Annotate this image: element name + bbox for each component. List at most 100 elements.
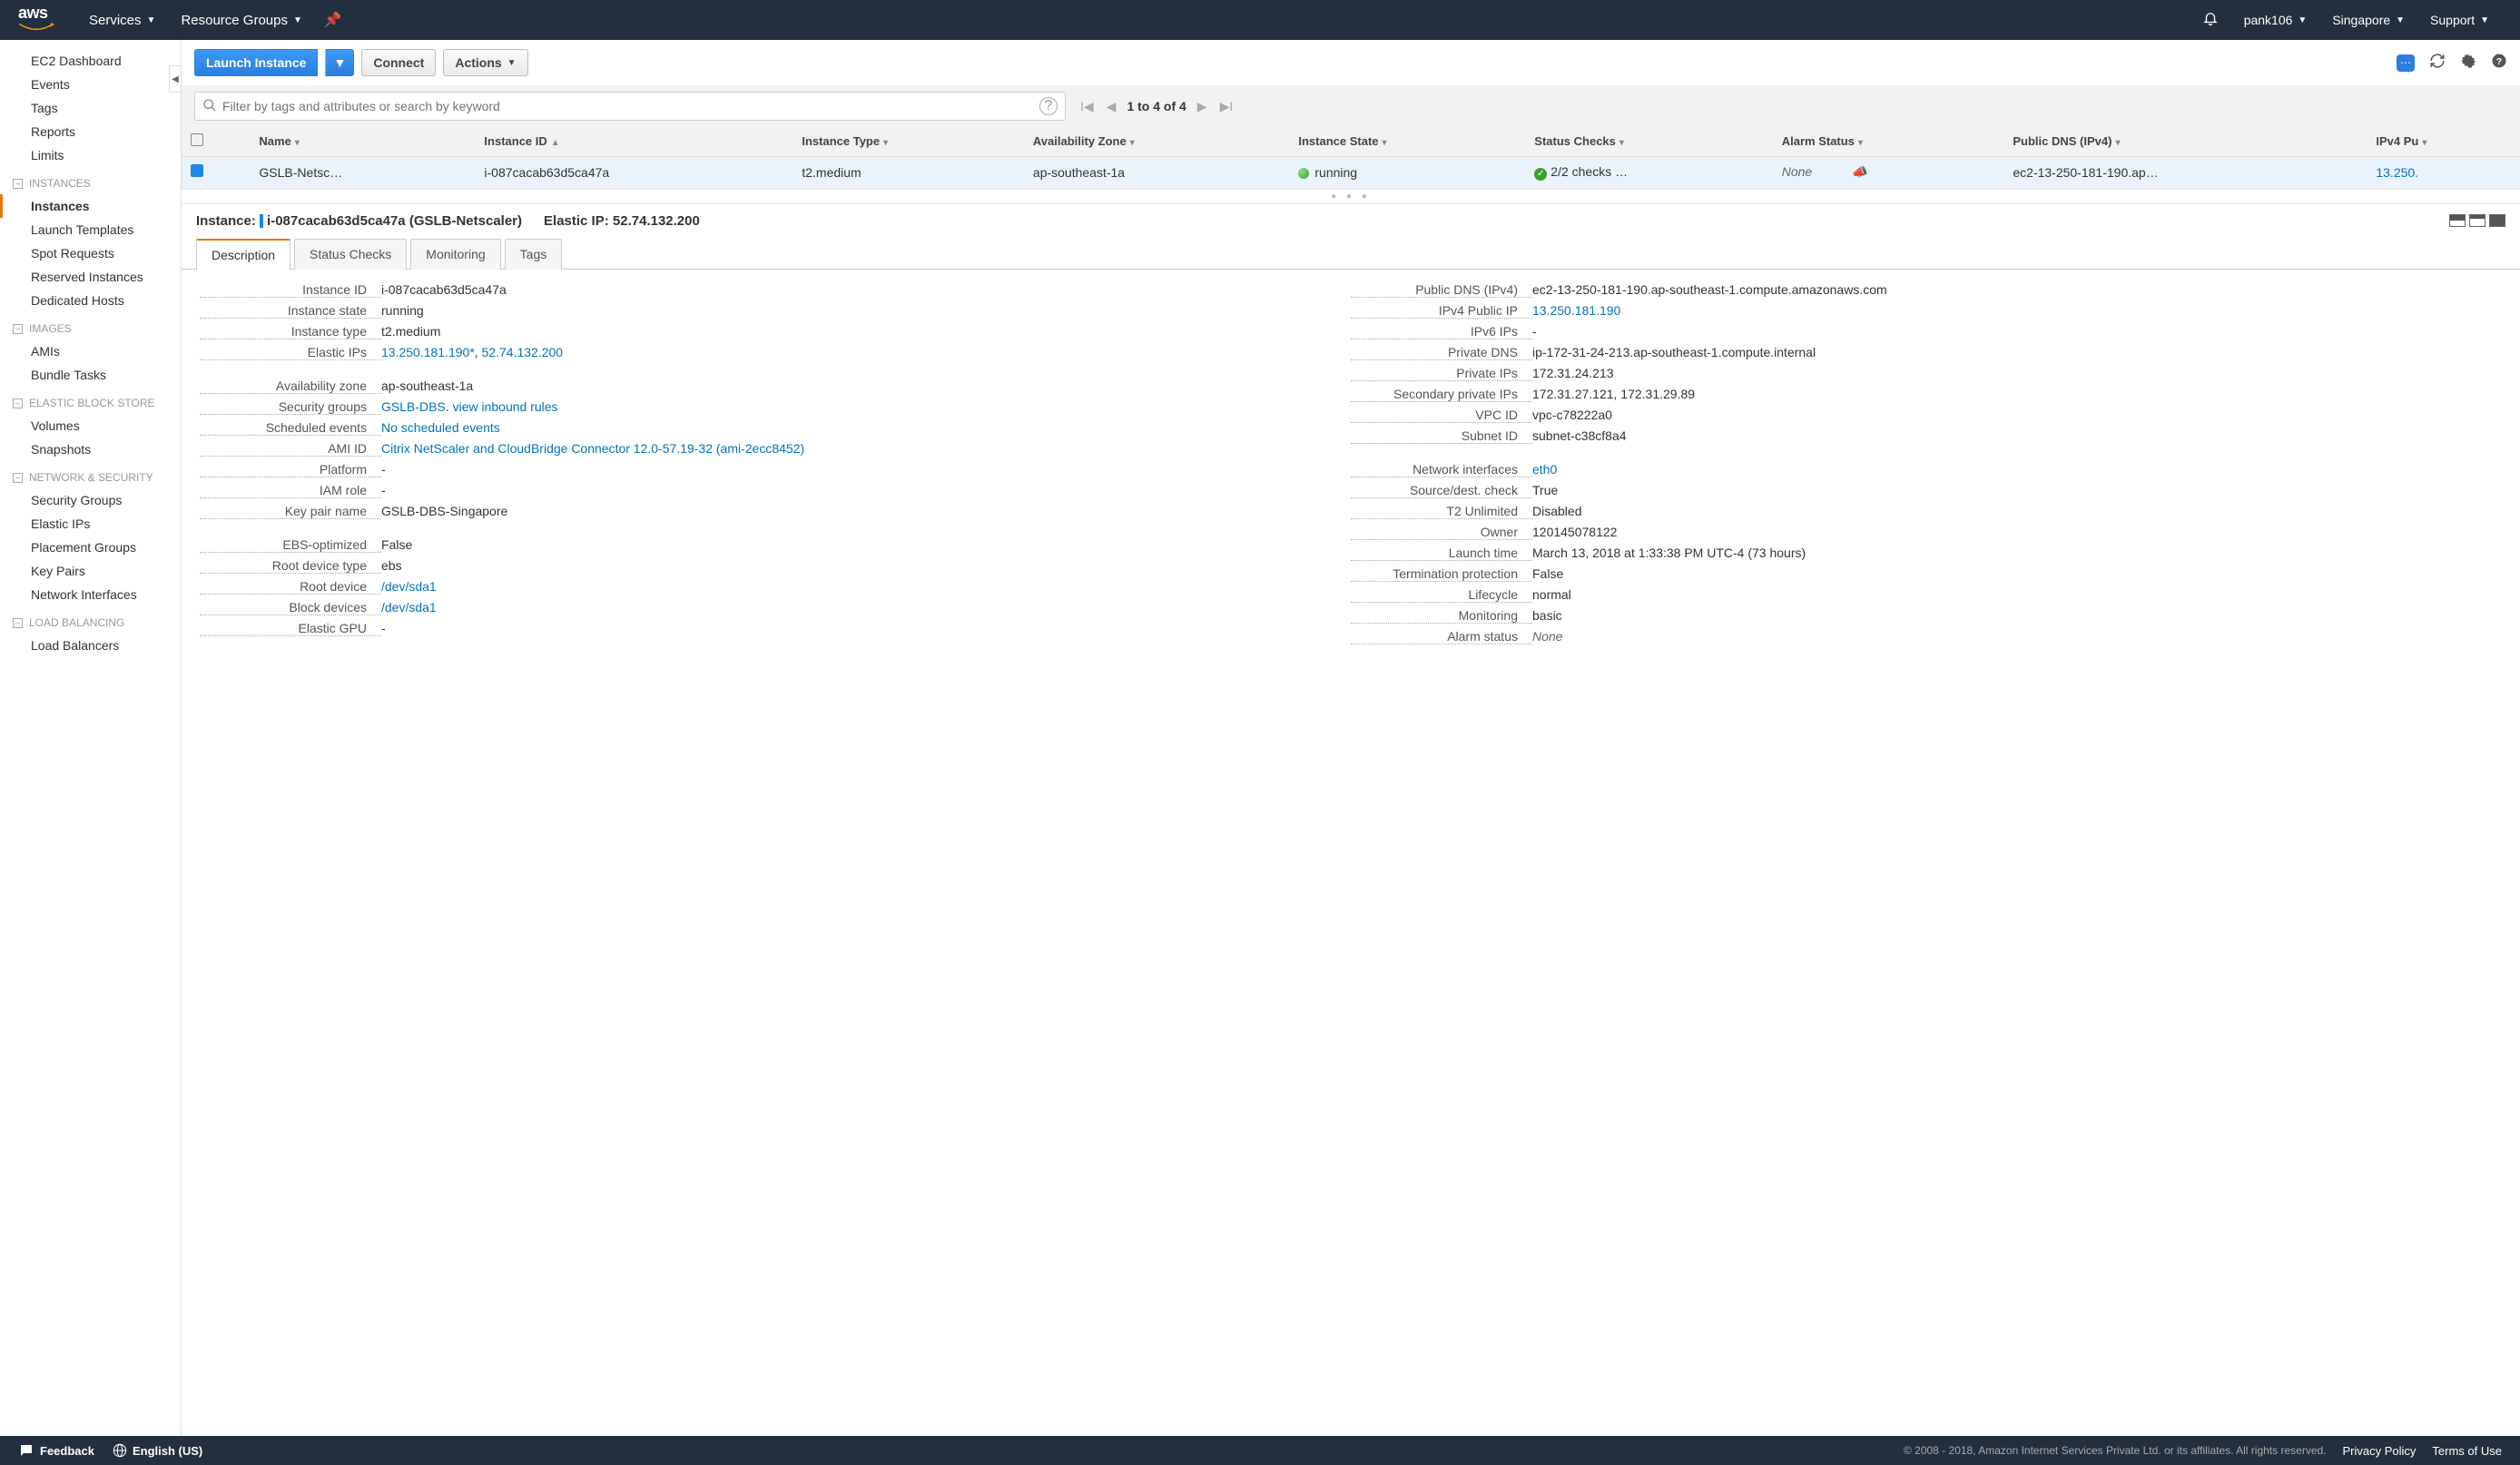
detail-link[interactable]: 52.74.132.200 xyxy=(482,345,564,359)
help-icon[interactable]: ? xyxy=(2491,53,2507,74)
sidebar-item[interactable]: Snapshots xyxy=(0,438,181,461)
tab-description[interactable]: Description xyxy=(196,239,290,270)
sidebar-group-header[interactable]: –NETWORK & SECURITY xyxy=(0,467,181,488)
language-selector[interactable]: English (US) xyxy=(113,1443,202,1458)
detail-link[interactable]: /dev/sda1 xyxy=(381,600,437,615)
detail-link[interactable]: Citrix NetScaler and CloudBridge Connect… xyxy=(381,441,804,456)
settings-icon[interactable] xyxy=(2460,53,2476,74)
detail-row: IPv4 Public IP13.250.181.190 xyxy=(1351,303,2502,319)
launch-instance-button[interactable]: Launch Instance xyxy=(194,49,318,76)
column-header[interactable]: Public DNS (IPv4)▾ xyxy=(2003,126,2367,157)
column-header[interactable]: Name▾ xyxy=(250,126,475,157)
aws-logo[interactable]: aws xyxy=(18,4,54,36)
chat-icon[interactable]: ⋯ xyxy=(2397,54,2415,72)
tab-monitoring[interactable]: Monitoring xyxy=(410,239,500,270)
collapse-box-icon: – xyxy=(13,473,23,483)
nav-services[interactable]: Services▼ xyxy=(76,13,168,28)
page-last-icon[interactable]: ▶I xyxy=(1218,99,1235,114)
sidebar-item[interactable]: Placement Groups xyxy=(0,536,181,559)
column-header[interactable]: Status Checks▾ xyxy=(1525,126,1772,157)
detail-row: Root device/dev/sda1 xyxy=(200,579,1351,595)
panel-resize-grip[interactable]: ● ● ● xyxy=(182,189,2520,204)
nav-resource-groups[interactable]: Resource Groups▼ xyxy=(168,13,314,28)
nav-support[interactable]: Support▼ xyxy=(2417,13,2502,27)
detail-link[interactable]: eth0 xyxy=(1532,462,1557,477)
column-header[interactable]: IPv4 Pu▾ xyxy=(2367,126,2520,157)
filter-input[interactable] xyxy=(217,96,1039,116)
view-split-top-icon[interactable] xyxy=(2449,214,2466,227)
sidebar-item[interactable]: Elastic IPs xyxy=(0,512,181,536)
sidebar-item[interactable]: Launch Templates xyxy=(0,218,181,241)
detail-row: Elastic IPs13.250.181.190*, 52.74.132.20… xyxy=(200,345,1351,360)
sidebar-item[interactable]: Volumes xyxy=(0,414,181,438)
footer: Feedback English (US) © 2008 - 2018, Ama… xyxy=(0,1436,2520,1465)
sidebar-group-header[interactable]: –INSTANCES xyxy=(0,172,181,194)
sidebar-item[interactable]: Dedicated Hosts xyxy=(0,289,181,312)
column-header[interactable]: Instance State▾ xyxy=(1289,126,1525,157)
collapse-box-icon: – xyxy=(13,179,23,189)
actions-button[interactable]: Actions▼ xyxy=(443,49,527,76)
view-split-third-icon[interactable] xyxy=(2469,214,2486,227)
sidebar-group-header[interactable]: –IMAGES xyxy=(0,318,181,339)
alarm-add-icon[interactable]: 📣 xyxy=(1852,164,1867,179)
view-full-icon[interactable] xyxy=(2489,214,2505,227)
bell-icon[interactable] xyxy=(2190,10,2231,31)
sidebar-item[interactable]: EC2 Dashboard xyxy=(0,49,181,73)
sidebar-item[interactable]: Reports xyxy=(0,120,181,143)
detail-link[interactable]: No scheduled events xyxy=(381,420,500,435)
nav-region[interactable]: Singapore▼ xyxy=(2319,13,2417,27)
sidebar-item[interactable]: Bundle Tasks xyxy=(0,363,181,387)
page-first-icon[interactable]: I◀ xyxy=(1078,99,1096,114)
column-header[interactable]: Instance Type▾ xyxy=(792,126,1024,157)
detail-row: Monitoringbasic xyxy=(1351,608,2502,624)
column-header[interactable]: Availability Zone▾ xyxy=(1024,126,1289,157)
page-prev-icon[interactable]: ◀ xyxy=(1105,99,1118,114)
feedback-link[interactable]: Feedback xyxy=(18,1442,94,1459)
sidebar-item[interactable]: Reserved Instances xyxy=(0,265,181,289)
detail-row: VPC IDvpc-c78222a0 xyxy=(1351,408,2502,423)
sidebar-item[interactable]: Instances xyxy=(0,194,181,218)
connect-button[interactable]: Connect xyxy=(361,49,436,76)
sidebar-collapse-icon[interactable]: ◀ xyxy=(169,65,182,93)
detail-link[interactable]: view inbound rules xyxy=(453,399,558,414)
description-panel: Instance IDi-087cacab63d5ca47aInstance s… xyxy=(182,270,2520,1437)
detail-link[interactable]: GSLB-DBS xyxy=(381,399,446,414)
tab-status-checks[interactable]: Status Checks xyxy=(294,239,407,270)
sidebar-group-header[interactable]: –ELASTIC BLOCK STORE xyxy=(0,392,181,414)
pin-icon[interactable]: 📌 xyxy=(315,11,351,29)
privacy-link[interactable]: Privacy Policy xyxy=(2343,1444,2417,1458)
sidebar-item[interactable]: Load Balancers xyxy=(0,634,181,657)
refresh-icon[interactable] xyxy=(2429,53,2446,74)
sidebar-item[interactable]: Network Interfaces xyxy=(0,583,181,606)
sidebar: EC2 DashboardEventsTagsReportsLimits –IN… xyxy=(0,40,182,1436)
launch-instance-dropdown[interactable]: ▼ xyxy=(325,49,354,76)
sidebar-item[interactable]: Events xyxy=(0,73,181,96)
detail-row: Security groupsGSLB-DBS. view inbound ru… xyxy=(200,399,1351,415)
sidebar-item[interactable]: Key Pairs xyxy=(0,559,181,583)
nav-user[interactable]: pank106▼ xyxy=(2231,13,2320,27)
sidebar-item[interactable]: Security Groups xyxy=(0,488,181,512)
detail-row: Secondary private IPs172.31.27.121, 172.… xyxy=(1351,387,2502,402)
column-header[interactable]: Instance ID▲ xyxy=(475,126,792,157)
row-checkbox[interactable] xyxy=(191,164,203,177)
terms-link[interactable]: Terms of Use xyxy=(2432,1444,2502,1458)
detail-row: Public DNS (IPv4)ec2-13-250-181-190.ap-s… xyxy=(1351,282,2502,298)
filter-help-icon[interactable]: ? xyxy=(1039,97,1058,115)
detail-row: Elastic GPU- xyxy=(200,621,1351,636)
tab-tags[interactable]: Tags xyxy=(505,239,563,270)
detail-link[interactable]: 13.250.181.190* xyxy=(381,345,475,359)
sidebar-item[interactable]: Limits xyxy=(0,143,181,167)
sidebar-item[interactable]: AMIs xyxy=(0,339,181,363)
sidebar-group-header[interactable]: –LOAD BALANCING xyxy=(0,612,181,634)
detail-row: Alarm statusNone xyxy=(1351,629,2502,644)
cell-type: t2.medium xyxy=(792,157,1024,189)
select-all-checkbox[interactable] xyxy=(191,133,203,146)
sidebar-item[interactable]: Spot Requests xyxy=(0,241,181,265)
legal-text: © 2008 - 2018, Amazon Internet Services … xyxy=(1904,1444,2327,1457)
column-header[interactable]: Alarm Status▾ xyxy=(1773,126,2004,157)
sidebar-item[interactable]: Tags xyxy=(0,96,181,120)
detail-link[interactable]: /dev/sda1 xyxy=(381,579,437,594)
detail-link[interactable]: 13.250.181.190 xyxy=(1532,303,1620,318)
page-next-icon[interactable]: ▶ xyxy=(1196,99,1209,114)
table-row[interactable]: GSLB-Netsc… i-087cacab63d5ca47a t2.mediu… xyxy=(182,157,2520,189)
